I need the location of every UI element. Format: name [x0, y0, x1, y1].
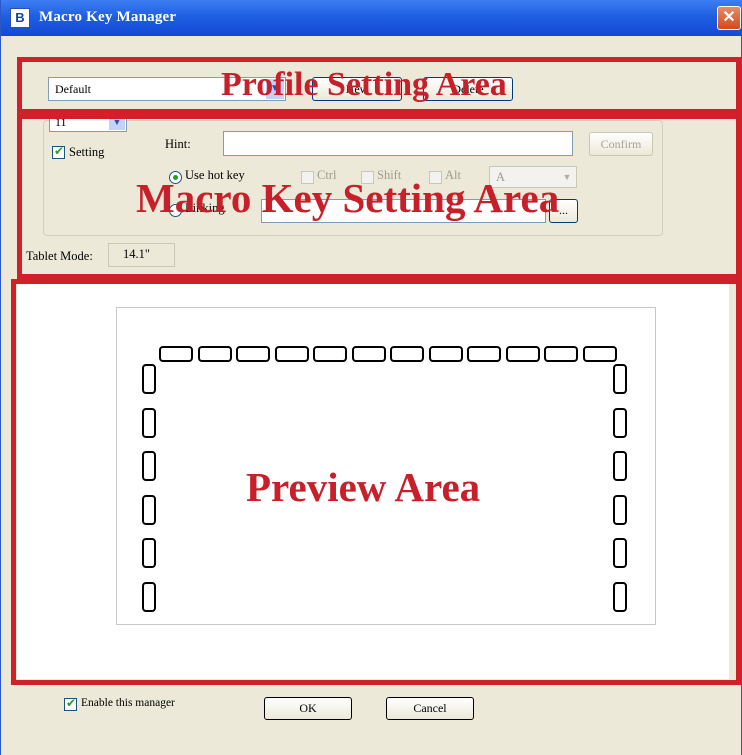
- cancel-button[interactable]: Cancel: [386, 697, 474, 720]
- ok-button-label: OK: [299, 701, 317, 715]
- ok-button[interactable]: OK: [264, 697, 352, 720]
- window-title: Macro Key Manager: [39, 9, 177, 25]
- close-button[interactable]: ✕: [717, 6, 741, 30]
- enable-manager-checkbox[interactable]: ✔: [64, 696, 77, 711]
- title-bar[interactable]: B Macro Key Manager ✕: [1, 0, 742, 36]
- macro-key-manager-window: B Macro Key Manager ✕ Default ▼ New Dele…: [0, 0, 742, 755]
- cancel-button-label: Cancel: [413, 701, 447, 715]
- app-icon: B: [10, 8, 30, 28]
- enable-manager-label: Enable this manager: [81, 697, 175, 709]
- preview-area-label: Preview Area: [246, 464, 481, 510]
- profile-setting-area-label: Profile Setting Area: [221, 66, 507, 103]
- macro-key-setting-area-label: Macro Key Setting Area: [136, 175, 560, 221]
- check-icon: ✔: [66, 696, 77, 710]
